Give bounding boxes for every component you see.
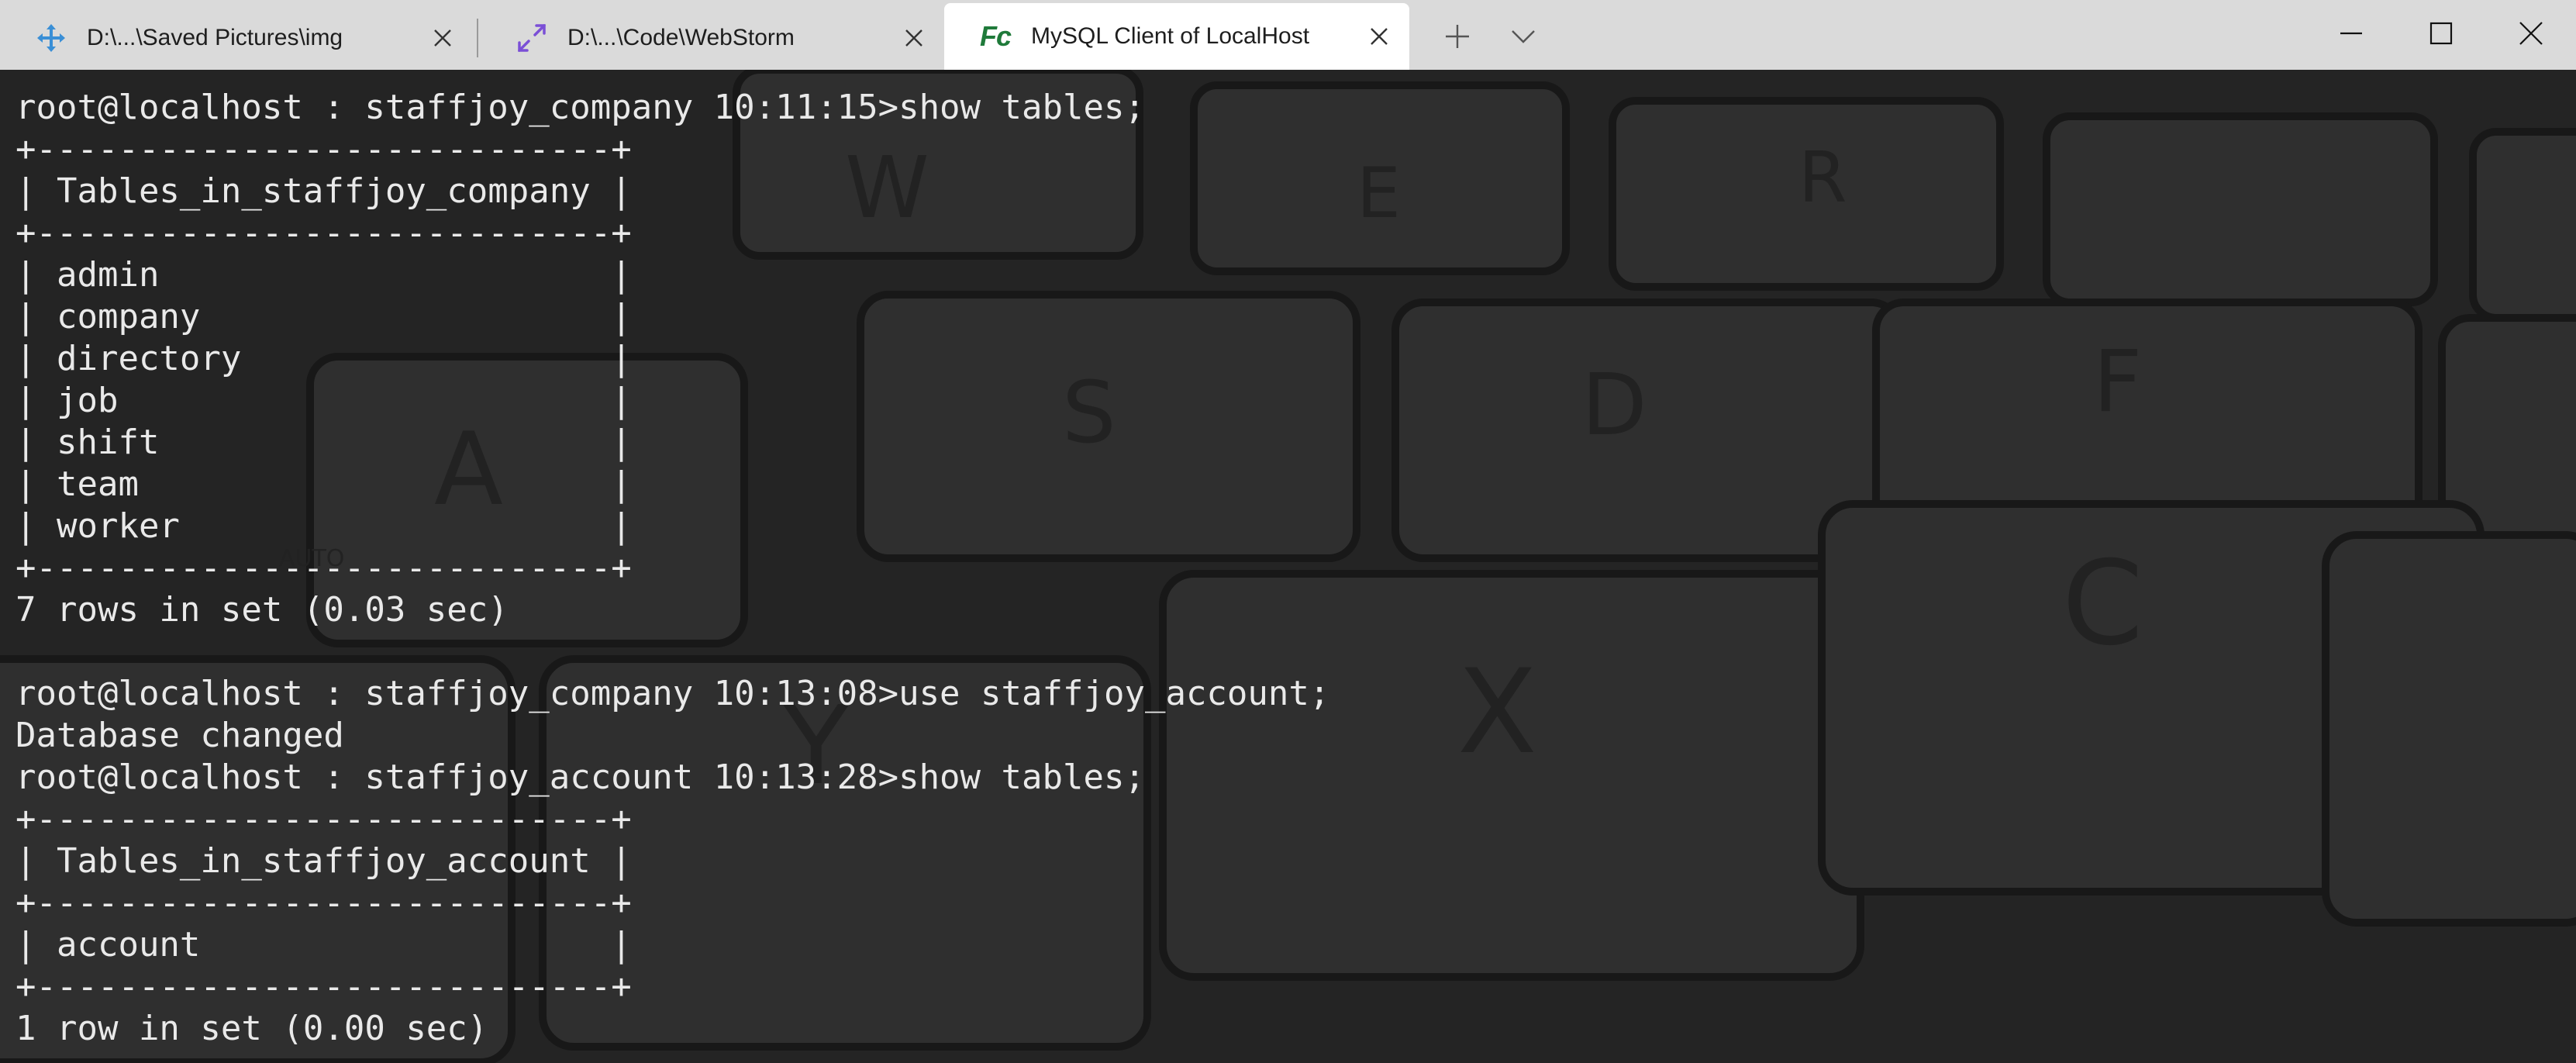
terminal-output: root@localhost : staffjoy_company 10:11:… bbox=[16, 87, 1329, 1050]
minimize-icon bbox=[2340, 22, 2363, 49]
terminal-line: | account | bbox=[16, 925, 632, 965]
terminal-line: 1 row in set (0.00 sec) bbox=[16, 1009, 488, 1048]
title-bar: D:\...\Saved Pictures\img D:\...\Code\We… bbox=[0, 0, 2576, 70]
chevron-down-icon bbox=[1510, 23, 1536, 53]
terminal-line: | shift | bbox=[16, 423, 632, 462]
close-window-button[interactable] bbox=[2486, 0, 2576, 70]
tab-title: D:\...\Code\WebStorm bbox=[567, 25, 795, 50]
tab-mysql-client[interactable]: Fc MySQL Client of LocalHost bbox=[944, 3, 1409, 70]
fc-logo-icon: Fc bbox=[979, 20, 1012, 52]
terminal-line: | worker | bbox=[16, 506, 632, 546]
move-arrows-icon bbox=[34, 21, 68, 55]
terminal-line: Database changed bbox=[16, 716, 344, 755]
terminal-line: | team | bbox=[16, 464, 632, 504]
terminal-line: +----------------------------+ bbox=[16, 213, 632, 253]
close-icon[interactable] bbox=[1366, 23, 1392, 50]
terminal-line: +----------------------------+ bbox=[16, 799, 632, 839]
tab-title: MySQL Client of LocalHost bbox=[1031, 23, 1310, 49]
terminal-line: 7 rows in set (0.03 sec) bbox=[16, 590, 509, 630]
new-tab-button[interactable] bbox=[1430, 11, 1485, 65]
terminal-line: root@localhost : staffjoy_account 10:13:… bbox=[16, 758, 1145, 797]
terminal-line: | admin | bbox=[16, 255, 632, 295]
terminal-line: | directory | bbox=[16, 339, 632, 378]
tab-title: D:\...\Saved Pictures\img bbox=[87, 25, 343, 50]
tab-webstorm[interactable]: D:\...\Code\WebStorm bbox=[481, 6, 944, 70]
terminal-line: root@localhost : staffjoy_company 10:11:… bbox=[16, 88, 1145, 127]
tab-dropdown-button[interactable] bbox=[1496, 11, 1550, 65]
terminal-line: | Tables_in_staffjoy_company | bbox=[16, 171, 632, 211]
expand-arrows-icon bbox=[515, 21, 549, 55]
terminal-line: +----------------------------+ bbox=[16, 129, 632, 169]
close-icon[interactable] bbox=[429, 25, 456, 51]
terminal-line: | company | bbox=[16, 297, 632, 337]
terminal-line: | Tables_in_staffjoy_account | bbox=[16, 841, 632, 881]
terminal-line: +----------------------------+ bbox=[16, 548, 632, 588]
terminal-line: | job | bbox=[16, 381, 632, 420]
close-icon bbox=[2519, 21, 2543, 50]
tab-separator bbox=[477, 19, 478, 57]
terminal-line: root@localhost : staffjoy_company 10:13:… bbox=[16, 674, 1330, 713]
maximize-button[interactable] bbox=[2396, 0, 2486, 70]
maximize-icon bbox=[2429, 22, 2453, 49]
terminal-pane[interactable]: W E R S D F A X C Y AUTO root@localhost … bbox=[0, 70, 2576, 1063]
tab-saved-pictures[interactable]: D:\...\Saved Pictures\img bbox=[0, 6, 473, 70]
plus-icon bbox=[1444, 23, 1471, 53]
close-icon[interactable] bbox=[901, 25, 927, 51]
terminal-line: +----------------------------+ bbox=[16, 967, 632, 1006]
minimize-button[interactable] bbox=[2306, 0, 2396, 70]
terminal-line: +----------------------------+ bbox=[16, 883, 632, 923]
